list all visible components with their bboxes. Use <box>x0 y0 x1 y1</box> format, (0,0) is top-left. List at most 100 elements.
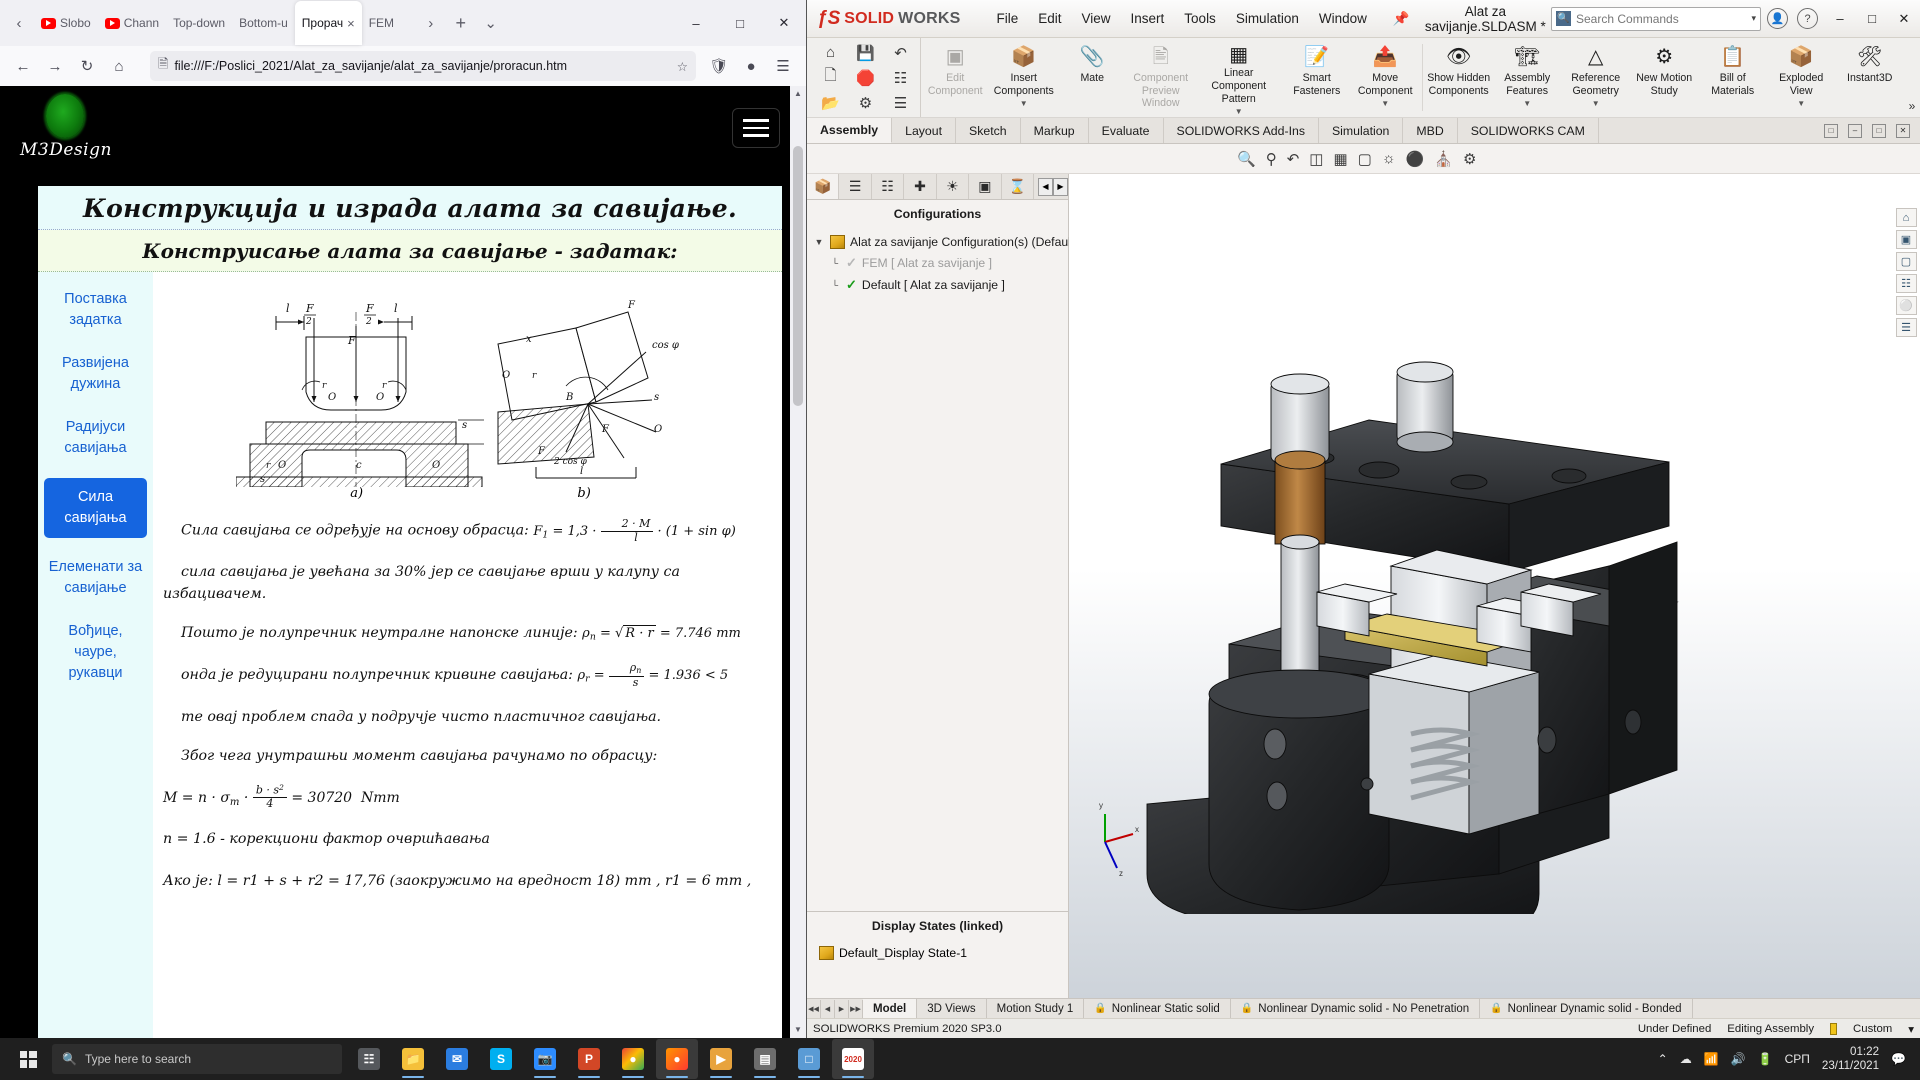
ribbon-reference-geometry[interactable]: △ Reference Geometry ▼ <box>1561 38 1630 117</box>
doc-tab-motion-study-1[interactable]: Motion Study 1 <box>987 999 1085 1018</box>
home-icon[interactable]: ⌂ <box>826 44 835 61</box>
chevron-down-icon[interactable]: ▼ <box>1592 99 1600 109</box>
menu-tools[interactable]: Tools <box>1174 7 1226 31</box>
tree-row-display-state[interactable]: Default_Display State-1 <box>819 943 1068 963</box>
tab-solidworks-cam[interactable]: SOLIDWORKS CAM <box>1458 118 1599 143</box>
ribbon-linear-component-pattern[interactable]: ▦ Linear Component Pattern ▼ <box>1195 38 1283 117</box>
dimxpert-icon[interactable]: ✚ <box>904 174 937 199</box>
close-button[interactable]: ✕ <box>1888 4 1920 34</box>
tab-mbd[interactable]: MBD <box>1403 118 1458 143</box>
simulation-tree-icon[interactable]: ⌛ <box>1002 174 1034 199</box>
app-menu-icon[interactable]: ☰ <box>768 51 798 81</box>
solidworks-icon[interactable]: 2020 <box>832 1039 874 1079</box>
maximize-button[interactable]: □ <box>1856 4 1888 34</box>
home-view-icon[interactable]: ⌂ <box>1895 208 1917 227</box>
tree-tab-scroll[interactable]: ◀ ▶ <box>1037 174 1068 199</box>
menu-view[interactable]: View <box>1072 7 1121 31</box>
next-tab-icon[interactable]: ▶ <box>835 999 849 1018</box>
ribbon-assembly-features[interactable]: 🏗 Assembly Features ▼ <box>1493 38 1562 117</box>
menu-simulation[interactable]: Simulation <box>1226 7 1309 31</box>
home-icon[interactable]: ⌂ <box>104 51 134 81</box>
list-all-tabs-icon[interactable]: ⌄ <box>476 8 506 38</box>
skype-icon[interactable]: S <box>480 1039 522 1079</box>
tree-row-default-config[interactable]: └ ✓ Default [ Alat za savijanje ] <box>813 274 1068 296</box>
tab-scroll-left-button[interactable]: ‹ <box>4 8 34 38</box>
sidebar-item-elemenati-za-savijanje[interactable]: Елеменати за савијање <box>44 554 147 602</box>
graphics-viewport[interactable]: y x z ⌂ ▣ ▢ ☷ ⚪ ☰ <box>1069 174 1920 998</box>
property-manager-icon[interactable]: ☰ <box>839 174 872 199</box>
ribbon-edit-component[interactable]: ▣ Edit Component <box>921 38 990 117</box>
sidebar-item-vodjice-caure-rukavci[interactable]: Вођице, чауре, рукавци <box>44 618 147 687</box>
section-view-icon[interactable]: ◫ <box>1309 150 1323 168</box>
battery-icon[interactable]: 🔋 <box>1758 1052 1773 1066</box>
minimize-view-icon[interactable]: – <box>1848 123 1862 138</box>
sidebar-item-radijusi-savijanja[interactable]: Радијуси савијања <box>44 414 147 462</box>
file-explorer-icon[interactable]: 📁 <box>392 1039 434 1079</box>
status-units[interactable]: Custom <box>1853 1023 1892 1035</box>
tab-scroll-right-button[interactable]: › <box>416 8 446 38</box>
tree-row-fem-config[interactable]: └ ✓ FEM [ Alat za savijanje ] <box>813 252 1068 274</box>
scroll-down-icon[interactable]: ▼ <box>790 1022 806 1038</box>
tab-evaluate[interactable]: Evaluate <box>1089 118 1164 143</box>
show-hidden-icons-icon[interactable]: ⌃ <box>1658 1052 1668 1066</box>
maximize-view-icon[interactable]: □ <box>1872 123 1886 138</box>
expand-toggle-icon[interactable]: ▼ <box>813 237 825 247</box>
search-commands-input[interactable]: 🔍 Search Commands ▾ <box>1551 6 1761 31</box>
scroll-left-icon[interactable]: ◀ <box>1037 177 1053 196</box>
ribbon-show-hidden-components[interactable]: 👁 Show Hidden Components <box>1424 38 1493 117</box>
scrollbar-thumb[interactable] <box>793 146 803 406</box>
task-pane-custom-icon[interactable]: ☰ <box>1895 318 1917 337</box>
tab-layout[interactable]: Layout <box>892 118 957 143</box>
task-view-icon[interactable]: ☷ <box>348 1039 390 1079</box>
forward-icon[interactable]: → <box>40 51 70 81</box>
volume-icon[interactable]: 🔊 <box>1731 1052 1746 1066</box>
view-orientation-icon[interactable]: ▦ <box>1333 150 1347 168</box>
first-tab-icon[interactable]: ◀◀ <box>807 999 821 1018</box>
mail-icon[interactable]: ✉ <box>436 1039 478 1079</box>
page-scrollbar[interactable]: ▲ ▼ <box>790 86 806 1038</box>
tab-solidworks-add-ins[interactable]: SOLIDWORKS Add-Ins <box>1164 118 1319 143</box>
scroll-up-icon[interactable]: ▲ <box>790 86 806 102</box>
ribbon-mate[interactable]: 📎 Mate <box>1058 38 1127 117</box>
account-icon[interactable]: ● <box>736 51 766 81</box>
reload-icon[interactable]: ↻ <box>72 51 102 81</box>
appearance-pane-icon[interactable]: ▢ <box>1895 252 1917 271</box>
notification-icon[interactable]: 💬 <box>1891 1052 1906 1066</box>
browser-tab-5-active[interactable]: Прорач × <box>294 1 362 45</box>
menu-insert[interactable]: Insert <box>1121 7 1175 31</box>
scroll-right-icon[interactable]: ▶ <box>1052 177 1068 196</box>
chevron-down-icon[interactable]: ▾ <box>1751 13 1756 24</box>
chevron-down-icon[interactable]: ▼ <box>1523 99 1531 109</box>
render-tools-icon[interactable]: ▣ <box>969 174 1002 199</box>
scene-icon[interactable]: ⛪ <box>1434 150 1453 168</box>
menu-file[interactable]: File <box>986 7 1028 31</box>
tab-simulation[interactable]: Simulation <box>1319 118 1404 143</box>
configuration-manager-icon[interactable]: ☷ <box>872 174 905 199</box>
doc-tab-nonlinear-dynamic-no-penetration[interactable]: 🔒 Nonlinear Dynamic solid - No Penetrati… <box>1231 999 1481 1018</box>
open-icon[interactable]: 📂 <box>821 94 840 112</box>
taskbar-clock[interactable]: 01:22 23/11/2021 <box>1822 1045 1879 1074</box>
task-pane-appearances-icon[interactable]: ⚪ <box>1895 296 1917 315</box>
chevron-down-icon[interactable]: ▼ <box>1797 99 1805 109</box>
calculator-icon[interactable]: ▤ <box>744 1039 786 1079</box>
hide-show-icon[interactable]: ☼ <box>1382 150 1396 167</box>
restore-view-icon[interactable]: □ <box>1824 123 1838 138</box>
browser-tab-6[interactable]: FEM <box>362 5 416 41</box>
notepad-icon[interactable]: □ <box>788 1039 830 1079</box>
properties-icon[interactable]: ☰ <box>894 94 907 112</box>
onedrive-icon[interactable]: ☁ <box>1680 1052 1692 1066</box>
browser-tab-4[interactable]: Bottom-u <box>232 5 295 41</box>
chevron-down-icon[interactable]: ▼ <box>1020 99 1028 109</box>
back-icon[interactable]: ← <box>8 51 38 81</box>
maximize-button[interactable]: □ <box>718 3 762 43</box>
feature-tree-icon[interactable]: 📦 <box>807 174 840 199</box>
settings-gear-icon[interactable]: ⚙ <box>859 94 872 112</box>
help-icon[interactable]: ? <box>1797 8 1818 29</box>
zoom-area-icon[interactable]: ⚲ <box>1266 150 1277 168</box>
firefox-icon[interactable]: ● <box>656 1039 698 1079</box>
site-logo[interactable]: M3Design <box>20 94 111 160</box>
browser-tab-1[interactable]: Slobo <box>34 5 98 41</box>
previous-view-icon[interactable]: ↶ <box>1287 150 1300 168</box>
options-list-icon[interactable]: ☷ <box>894 69 907 87</box>
user-account-icon[interactable]: 👤 <box>1767 8 1788 29</box>
